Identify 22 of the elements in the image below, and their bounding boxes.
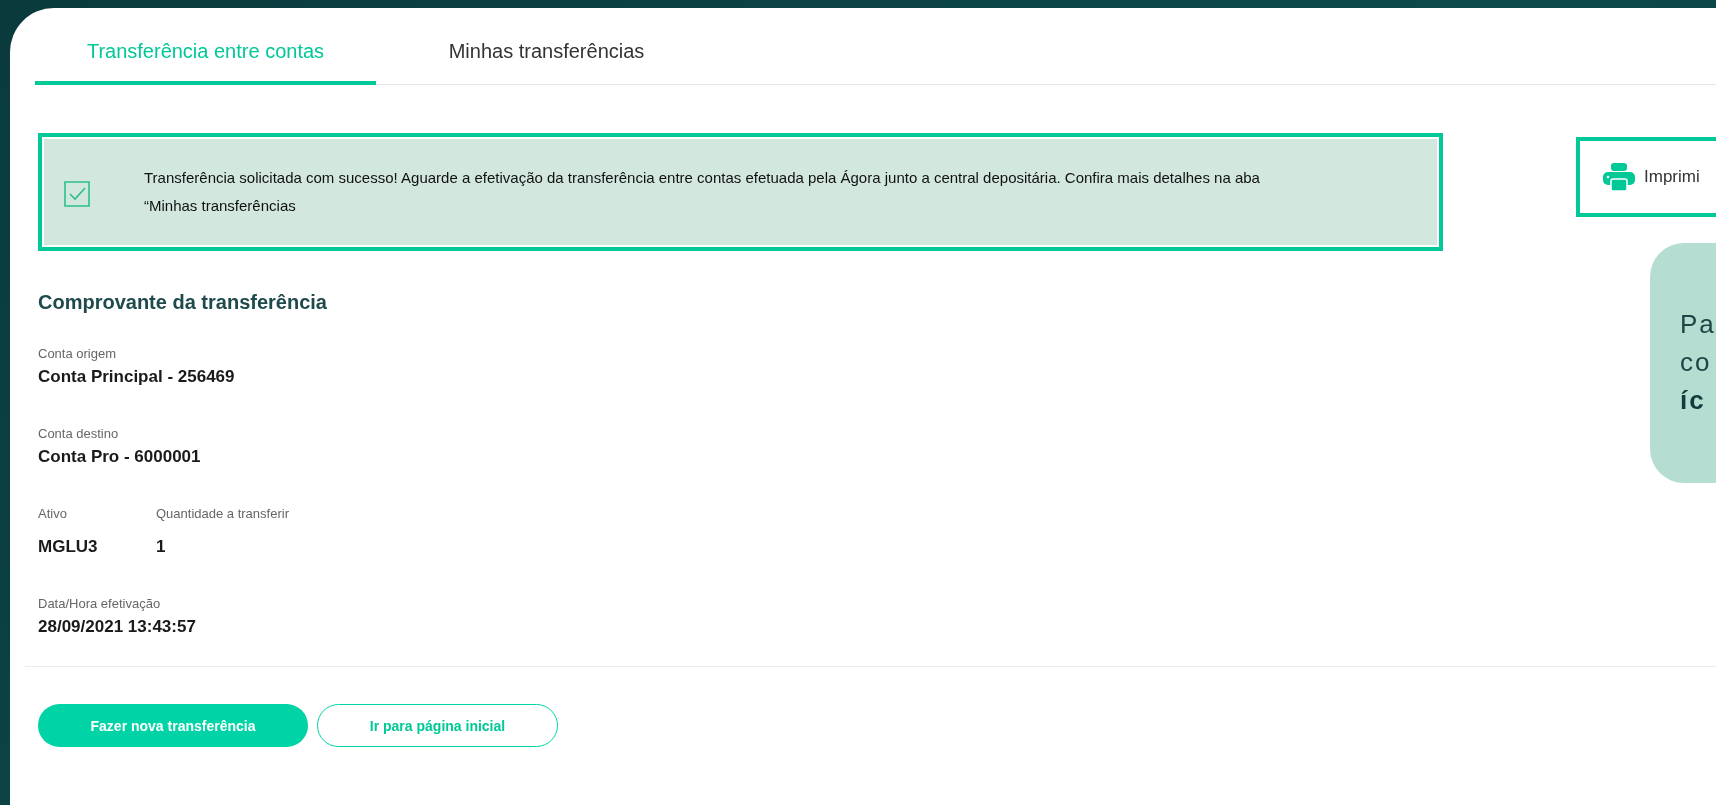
checkbox-check-icon bbox=[62, 179, 92, 209]
printer-icon bbox=[1602, 162, 1636, 192]
tab[interactable]: Transferência entre contas bbox=[35, 38, 376, 85]
field-value: 1 bbox=[156, 537, 167, 557]
field-label: Data/Hora efetivação bbox=[38, 596, 162, 611]
field-value: Conta Principal - 256469 bbox=[38, 367, 235, 387]
new-transfer-button[interactable]: Fazer nova transferência bbox=[38, 704, 308, 747]
field-value: 28/09/2021 13:43:57 bbox=[38, 617, 196, 637]
field-label: Ativo bbox=[38, 506, 68, 521]
hint-text: Pa bbox=[1680, 308, 1716, 341]
field-value: Conta Pro - 6000001 bbox=[38, 447, 201, 467]
receipt-title: Comprovante da transferência bbox=[38, 291, 328, 314]
hint-text: co bbox=[1680, 346, 1712, 379]
field-label: Conta origem bbox=[38, 346, 118, 361]
home-button[interactable]: Ir para página inicial bbox=[317, 704, 558, 747]
print-button[interactable]: Imprimi bbox=[1576, 137, 1716, 217]
field-label: Conta destino bbox=[38, 426, 120, 441]
success-message: Transferência solicitada com sucesso! Aguarde a efetivação da transferência entre contas efetuada pela Ágora junto a central depositária. Confira mais detalhes na aba “Minhas transferências bbox=[144, 168, 1261, 216]
field-label: Quantidade a transferir bbox=[156, 506, 289, 521]
hint-text: íc bbox=[1680, 384, 1706, 417]
tab[interactable]: Minhas transferências bbox=[376, 38, 717, 85]
field-value: MGLU3 bbox=[38, 537, 99, 557]
